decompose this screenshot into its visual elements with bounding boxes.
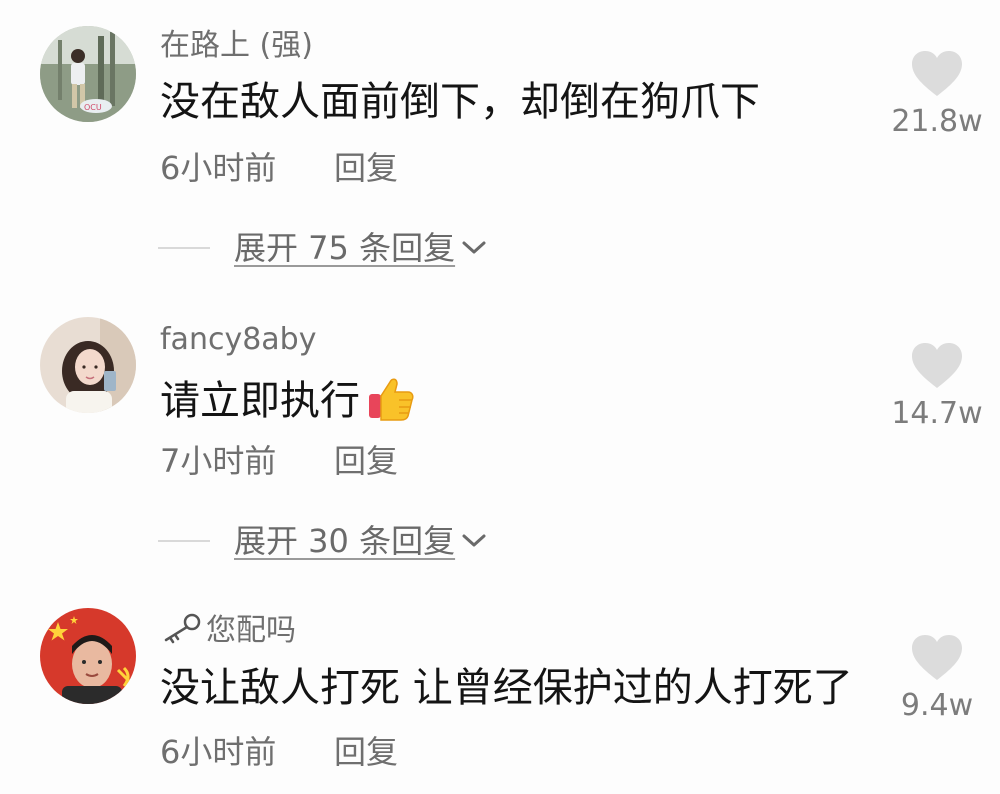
- comment-text: 没让敌人打死 让曾经保护过的人打死了: [160, 665, 853, 711]
- comment-time: 6小时前: [160, 733, 277, 771]
- heart-icon: [912, 635, 962, 680]
- like-count: 9.4w: [900, 688, 974, 723]
- comment-author[interactable]: 您配吗: [160, 612, 296, 649]
- avatar-image: [40, 608, 136, 704]
- avatar[interactable]: [40, 608, 136, 704]
- reply-button[interactable]: 回复: [334, 732, 398, 772]
- key-icon: [164, 613, 201, 644]
- comment-item: 您配吗 没让敌人打死 让曾经保护过的人打死了 6小时前 回复 9.4w: [0, 0, 1000, 794]
- like-button[interactable]: 9.4w: [882, 634, 992, 724]
- comment-author-name: 您配吗: [206, 613, 296, 648]
- comment-list: OCU 在路上 (强) 没在敌人面前倒下，却倒在狗爪下 6小时前 回复 21.8…: [0, 0, 1000, 794]
